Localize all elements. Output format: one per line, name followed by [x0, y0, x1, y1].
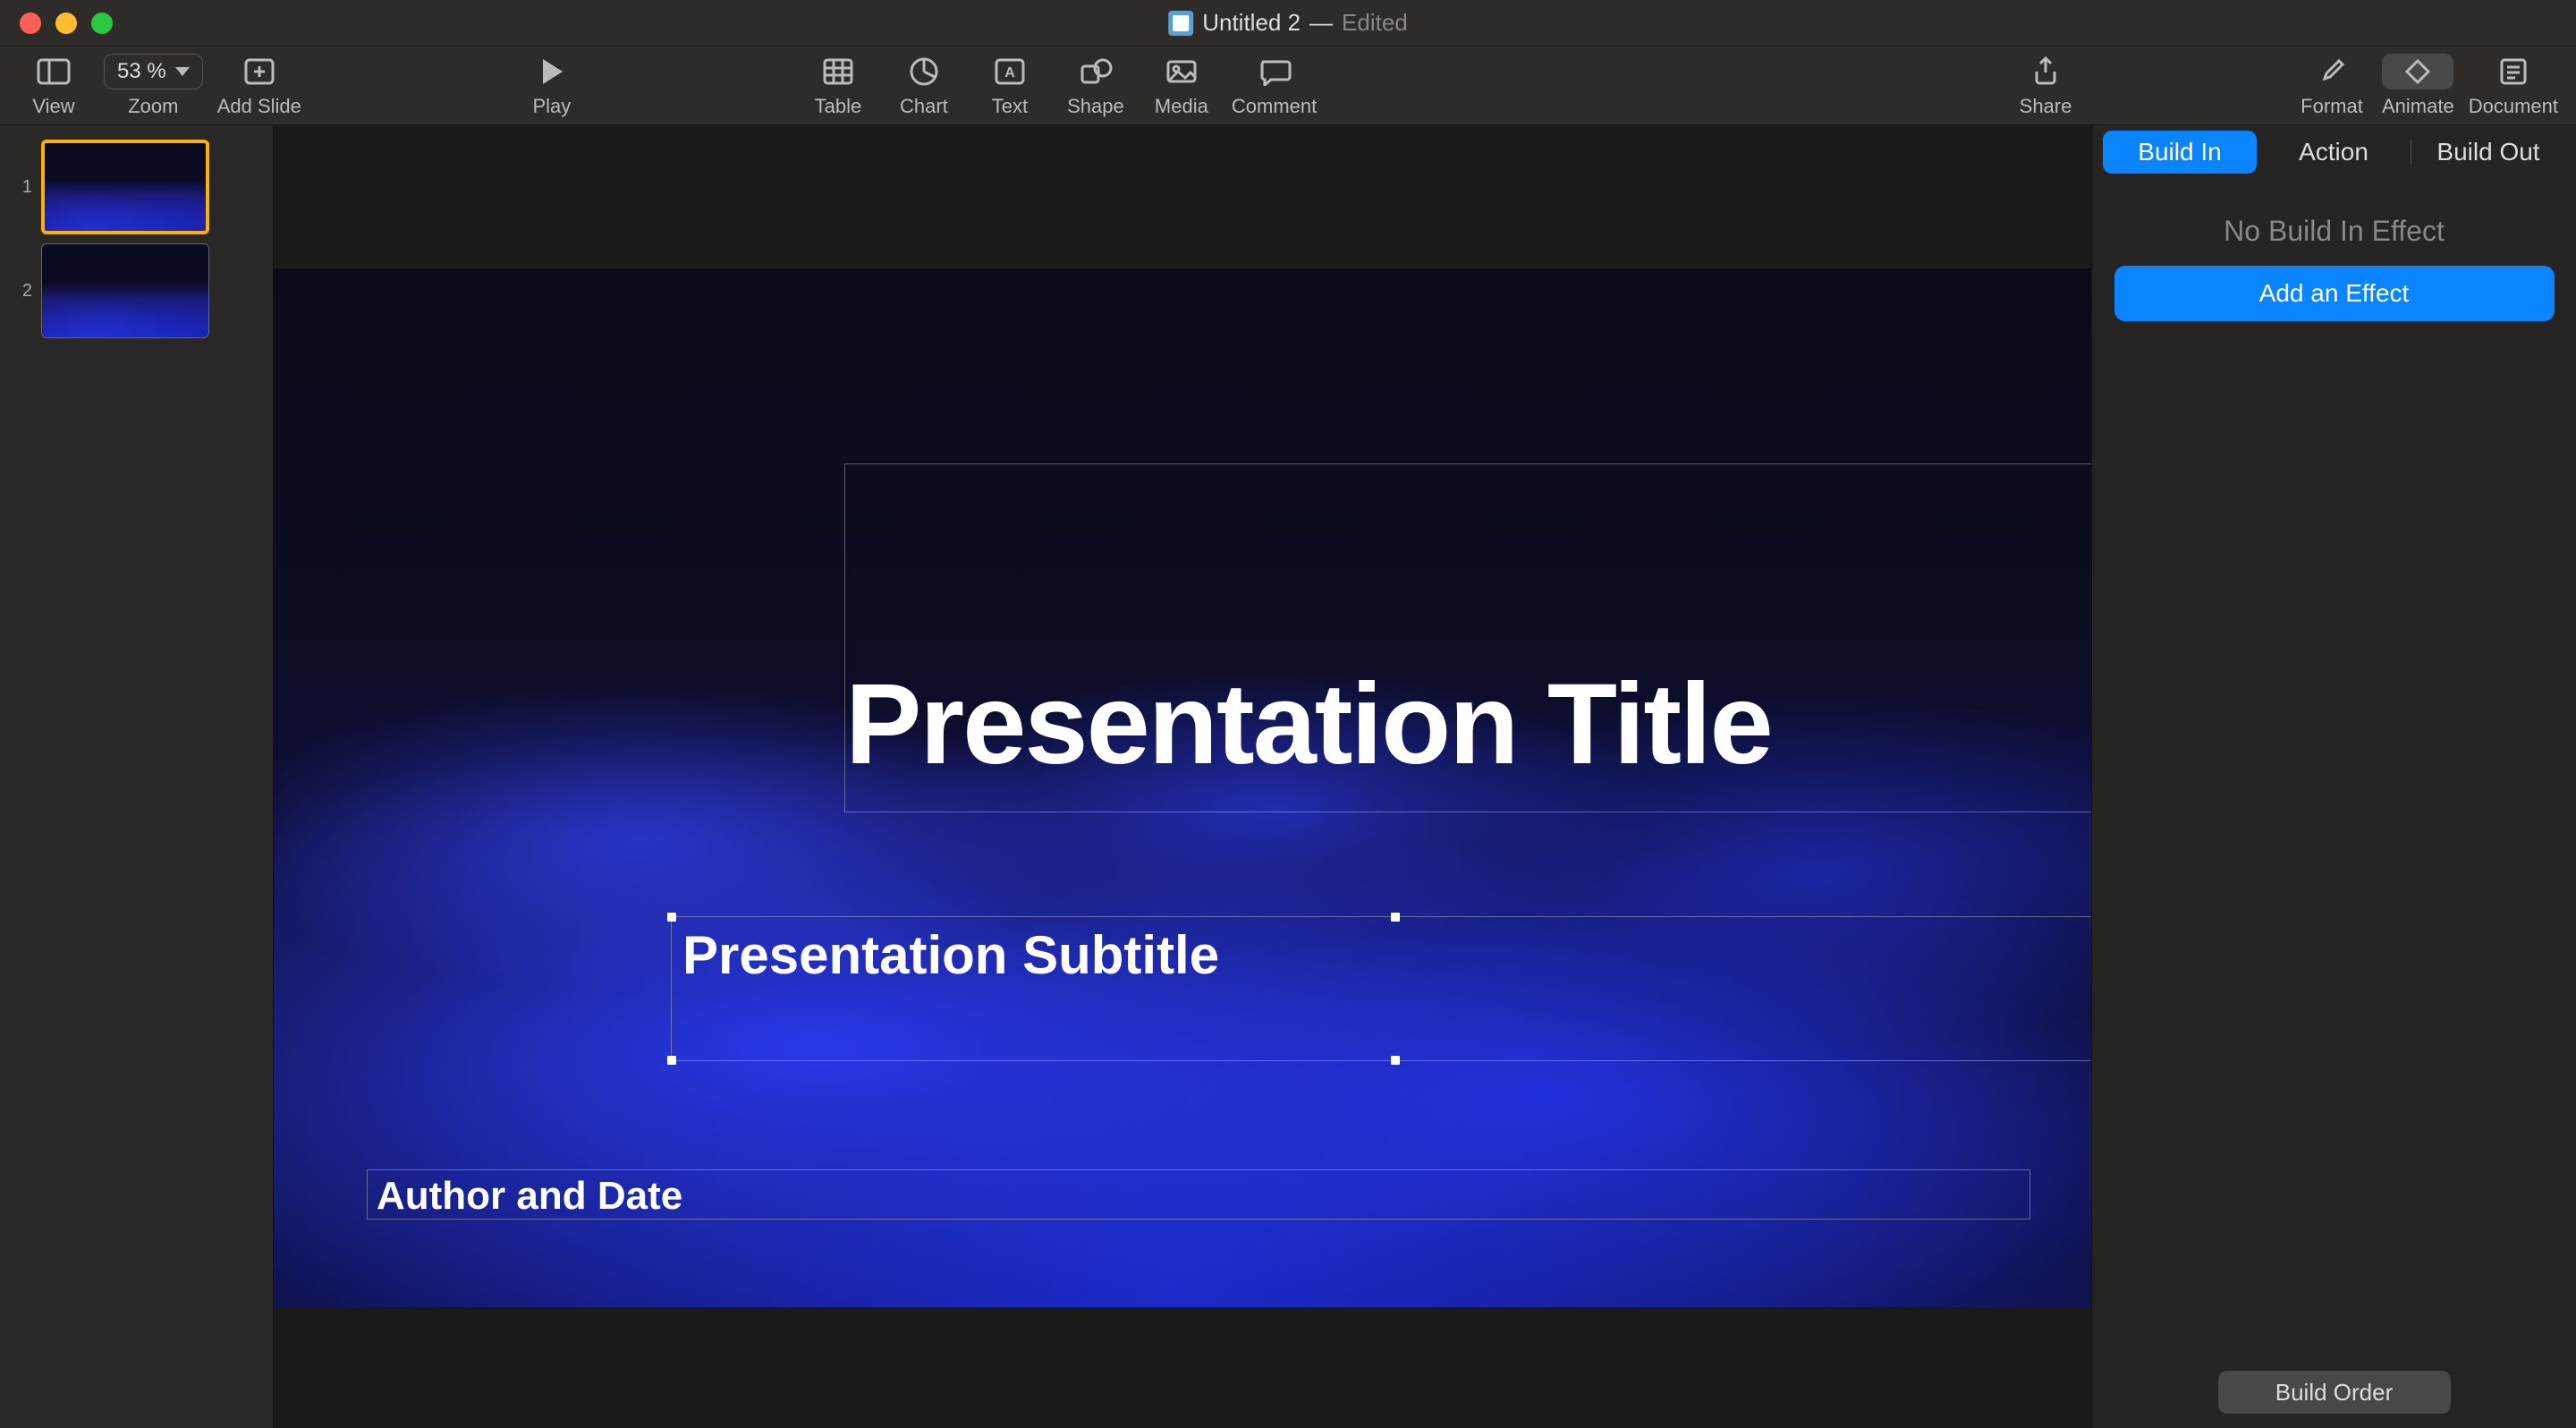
sidebar-icon — [36, 57, 72, 86]
format-button[interactable]: Format — [2296, 54, 2368, 118]
nav-thumb-2[interactable] — [41, 243, 209, 338]
chart-icon — [908, 55, 940, 88]
tab-build-in[interactable]: Build In — [2103, 131, 2257, 174]
tab-action[interactable]: Action — [2257, 131, 2411, 174]
play-icon — [539, 57, 564, 86]
author-text-box[interactable]: Author and Date — [367, 1169, 2030, 1220]
share-label: Share — [2020, 95, 2072, 118]
play-label: Play — [532, 95, 571, 118]
document-icon-tb — [2497, 57, 2529, 86]
play-button[interactable]: Play — [516, 54, 588, 118]
media-icon — [1164, 57, 1199, 86]
title-separator: — — [1309, 9, 1333, 37]
format-label: Format — [2301, 95, 2363, 118]
table-button[interactable]: Table — [802, 54, 874, 118]
document-title: Untitled 2 — Edited — [1168, 9, 1408, 37]
chevron-down-icon — [175, 67, 190, 76]
plus-square-icon — [242, 57, 277, 86]
animate-label: Animate — [2382, 95, 2454, 118]
paintbrush-icon — [2316, 55, 2348, 88]
chart-label: Chart — [900, 95, 948, 118]
author-text[interactable]: Author and Date — [377, 1174, 2021, 1219]
text-label: Text — [992, 95, 1028, 118]
maximize-window-button[interactable] — [91, 13, 113, 34]
inspector-footer: Build Order — [2092, 1356, 2576, 1428]
selection-handle[interactable] — [667, 913, 676, 922]
shape-icon — [1078, 57, 1114, 86]
title-text[interactable]: Presentation Title — [845, 659, 1772, 790]
subtitle-text-box[interactable]: Presentation Subtitle — [671, 916, 2091, 1061]
build-order-button[interactable]: Build Order — [2218, 1371, 2451, 1414]
svg-text:A: A — [1004, 65, 1015, 81]
document-name: Untitled 2 — [1202, 9, 1301, 37]
nav-slide-num: 2 — [14, 281, 32, 302]
selection-handle[interactable] — [1391, 913, 1400, 922]
zoom-label: Zoom — [128, 95, 178, 118]
inspector-body: No Build In Effect Add an Effect — [2092, 179, 2576, 1356]
zoom-value: 53 % — [117, 59, 166, 84]
nav-slide-num: 1 — [14, 177, 32, 198]
view-label: View — [32, 95, 74, 118]
chart-button[interactable]: Chart — [888, 54, 960, 118]
main-area: 1 2 Presentation Title Presentation Subt… — [0, 125, 2576, 1428]
document-button[interactable]: Document — [2469, 54, 2558, 118]
media-label: Media — [1155, 95, 1208, 118]
inspector-panel: Build In Action Build Out No Build In Ef… — [2091, 125, 2576, 1428]
text-button[interactable]: A Text — [974, 54, 1046, 118]
no-effect-label: No Build In Effect — [2224, 215, 2445, 248]
document-label: Document — [2469, 95, 2558, 118]
toolbar: View 53 % Zoom Add Slide Play — [0, 47, 2576, 125]
table-icon — [820, 57, 856, 86]
title-text-box[interactable]: Presentation Title — [844, 463, 2091, 812]
window-controls — [0, 13, 113, 34]
slide-canvas[interactable]: Presentation Title Presentation Subtitle… — [274, 268, 2091, 1307]
document-icon — [1168, 11, 1193, 36]
comment-icon — [1257, 57, 1292, 86]
add-slide-button[interactable]: Add Slide — [217, 54, 301, 118]
nav-thumb-1[interactable] — [41, 140, 209, 234]
subtitle-text[interactable]: Presentation Subtitle — [682, 924, 2091, 986]
table-label: Table — [815, 95, 862, 118]
share-button[interactable]: Share — [2010, 54, 2081, 118]
selection-handle[interactable] — [667, 1056, 676, 1065]
minimize-window-button[interactable] — [55, 13, 77, 34]
inspector-tabs: Build In Action Build Out — [2092, 125, 2576, 179]
zoom-button[interactable]: 53 % Zoom — [104, 54, 203, 118]
view-button[interactable]: View — [18, 54, 89, 118]
media-button[interactable]: Media — [1146, 54, 1217, 118]
slide-navigator[interactable]: 1 2 — [0, 125, 274, 1428]
titlebar: Untitled 2 — Edited — [0, 0, 2576, 47]
add-effect-button[interactable]: Add an Effect — [2114, 266, 2555, 321]
comment-label: Comment — [1232, 95, 1317, 118]
add-slide-label: Add Slide — [217, 95, 301, 118]
animate-button[interactable]: Animate — [2382, 54, 2454, 118]
animate-icon — [2400, 55, 2436, 88]
selection-handle[interactable] — [1391, 1056, 1400, 1065]
tab-build-out[interactable]: Build Out — [2411, 131, 2565, 174]
canvas-area[interactable]: Presentation Title Presentation Subtitle… — [274, 125, 2091, 1428]
text-icon: A — [994, 57, 1026, 86]
shape-button[interactable]: Shape — [1060, 54, 1131, 118]
nav-slide-2[interactable]: 2 — [14, 243, 258, 338]
comment-button[interactable]: Comment — [1232, 54, 1317, 118]
shape-label: Shape — [1067, 95, 1124, 118]
close-window-button[interactable] — [20, 13, 41, 34]
document-status: Edited — [1342, 9, 1408, 37]
nav-slide-1[interactable]: 1 — [14, 140, 258, 234]
share-icon — [2029, 55, 2062, 88]
